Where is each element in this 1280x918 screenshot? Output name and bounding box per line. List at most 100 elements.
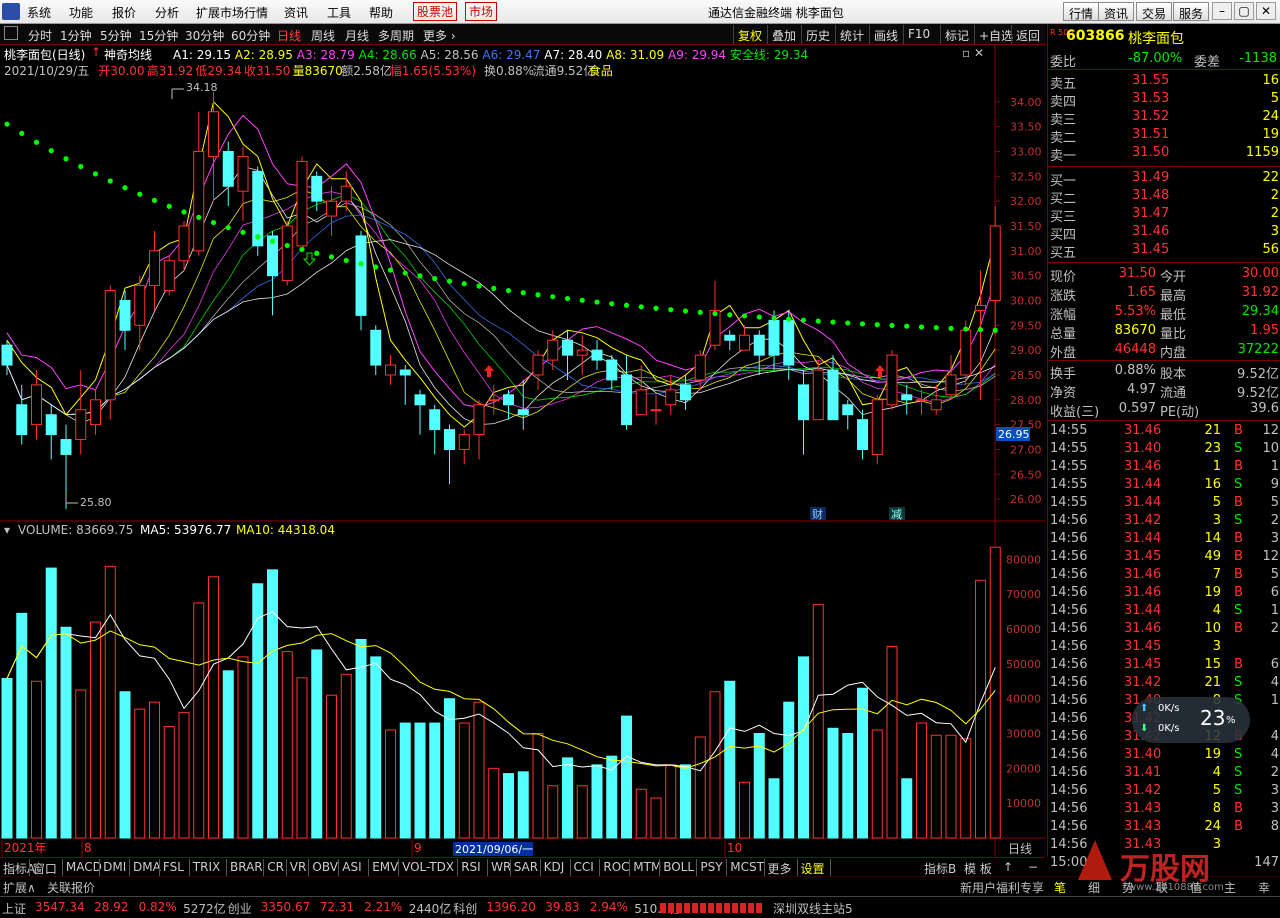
sell-level-row[interactable]: 卖一 31.50 1159 [1048,145,1280,164]
indicator-tab-5[interactable]: FSL [163,860,184,874]
sell-level-row[interactable]: 卖三 31.52 24 [1048,109,1280,128]
volume-bar[interactable] [591,764,603,839]
volume-bar[interactable] [665,764,677,839]
volume-bar[interactable] [517,771,529,839]
network-speed-widget[interactable]: ⬆ 0K/s ⬇ 0K/s 23 % [1132,697,1250,743]
draw-button[interactable]: 画线 [869,25,902,44]
buy-level-row[interactable]: 买二 31.48 2 [1048,188,1280,207]
tick-row[interactable]: 14:56 31.41 4 S 2 [1048,765,1280,783]
history-button[interactable]: 历史 [801,25,834,44]
candle[interactable] [621,355,632,430]
tick-row[interactable]: 14:56 31.40 19 S 4 [1048,747,1280,765]
volume-bar[interactable] [709,691,721,839]
volume-bar[interactable] [989,546,1001,839]
volume-bar[interactable] [281,651,293,839]
candle[interactable] [104,285,116,420]
candle[interactable] [827,355,839,421]
market-button[interactable]: 市场 [465,2,498,21]
indicator-tab-15[interactable]: WR [491,860,511,874]
f10-button[interactable]: F10 [903,25,934,44]
candle[interactable] [90,389,101,435]
sell-level-row[interactable]: 卖四 31.53 5 [1048,91,1280,110]
candle[interactable] [739,325,750,351]
tabs-minus-icon[interactable]: − [1028,860,1038,874]
volume-bar[interactable] [503,773,514,839]
detail-tab-6[interactable]: 幸 [1258,879,1270,896]
overlay-button[interactable]: 叠加 [767,25,800,44]
candle[interactable] [429,404,441,455]
candle[interactable] [281,221,293,286]
news-button[interactable]: 资讯 [1098,2,1135,21]
candle[interactable] [399,365,411,405]
candle[interactable] [326,186,337,236]
volume-bar[interactable] [90,621,101,839]
volume-bar[interactable] [163,726,175,839]
indicator-tab-8[interactable]: CR [267,860,284,874]
menu-item-function[interactable]: 功能 [69,4,93,21]
extend-toggle[interactable]: 扩展∧ [3,879,36,896]
volume-bar[interactable] [45,567,57,839]
volume-bar[interactable] [886,645,898,839]
arrow-up-icon[interactable]: ↑ [91,45,101,59]
volume-bar[interactable] [562,757,573,839]
candle[interactable] [444,424,455,485]
volume-bar[interactable] [945,734,957,839]
indicator-tab-22[interactable]: PSY [700,860,722,874]
candle[interactable] [886,350,898,410]
candle[interactable] [532,350,544,390]
buy-level-row[interactable]: 买四 31.46 3 [1048,224,1280,243]
volume-bar[interactable] [842,733,854,839]
candle[interactable] [340,171,352,212]
minimize-icon[interactable]: – [1212,2,1232,20]
candle[interactable] [901,384,913,415]
candle[interactable] [650,394,662,425]
menu-item-quote[interactable]: 报价 [112,4,136,21]
kline-chart[interactable]: 34.00 33.50 33.00 32.50 32.00 31.50 31.00 30.50… [0,45,1045,857]
tick-row[interactable]: 14:56 31.45 49 B 12 [1048,549,1280,567]
detail-tab-0[interactable]: 笔 [1054,879,1066,896]
candle[interactable] [16,384,28,445]
volume-bar[interactable] [104,565,116,839]
candle[interactable] [473,399,485,460]
volume-bar[interactable] [134,708,146,839]
indicator-tab-23[interactable]: MCST [730,860,764,874]
candle[interactable] [694,350,706,390]
candle[interactable] [193,111,205,256]
maximize-icon[interactable]: ▢ [1234,2,1254,20]
tick-row[interactable]: 14:56 31.44 4 S 1 [1048,603,1280,621]
detail-tab-3[interactable]: 联 [1156,879,1168,896]
tick-row[interactable]: 14:55 31.44 5 B 5 [1048,495,1280,513]
candle[interactable] [149,230,160,311]
indicator-tab-10[interactable]: OBV [312,860,338,874]
indicator-tab-2[interactable]: MACD [66,860,102,874]
volume-bar[interactable] [429,722,441,839]
volume-bar[interactable] [768,778,780,839]
volume-bar[interactable] [355,638,367,839]
volume-bar[interactable] [606,755,618,839]
volume-bar[interactable] [385,729,396,839]
volume-bar[interactable] [399,722,411,839]
volume-bar[interactable] [222,670,234,839]
detail-tab-1[interactable]: 细 [1088,879,1100,896]
indicator-tab-25[interactable]: 设置 [801,860,825,877]
volume-bar[interactable] [857,687,868,839]
panel-close-icon[interactable]: ▫ ✕ [962,46,984,60]
volume-bar[interactable] [370,656,382,839]
volume-bar[interactable] [60,626,72,839]
indicator-tab-19[interactable]: ROC [603,860,629,874]
candle[interactable] [591,340,603,371]
volume-bar[interactable] [621,715,632,839]
volume-bar[interactable] [208,576,219,839]
candle[interactable] [458,429,470,465]
volume-bar[interactable] [635,788,647,839]
volume-bar[interactable] [798,656,809,839]
candle[interactable] [517,379,529,430]
candle[interactable] [45,404,57,460]
period-15min[interactable]: 15分钟 [139,27,178,44]
tick-row[interactable]: 14:56 31.42 3 S 2 [1048,513,1280,531]
indicator-tab-14[interactable]: RSI [461,860,481,874]
volume-bar[interactable] [960,738,972,839]
volume-bar[interactable] [414,722,426,839]
service-button[interactable]: 服务 [1173,2,1210,21]
detail-tab-4[interactable]: 值 [1190,879,1202,896]
